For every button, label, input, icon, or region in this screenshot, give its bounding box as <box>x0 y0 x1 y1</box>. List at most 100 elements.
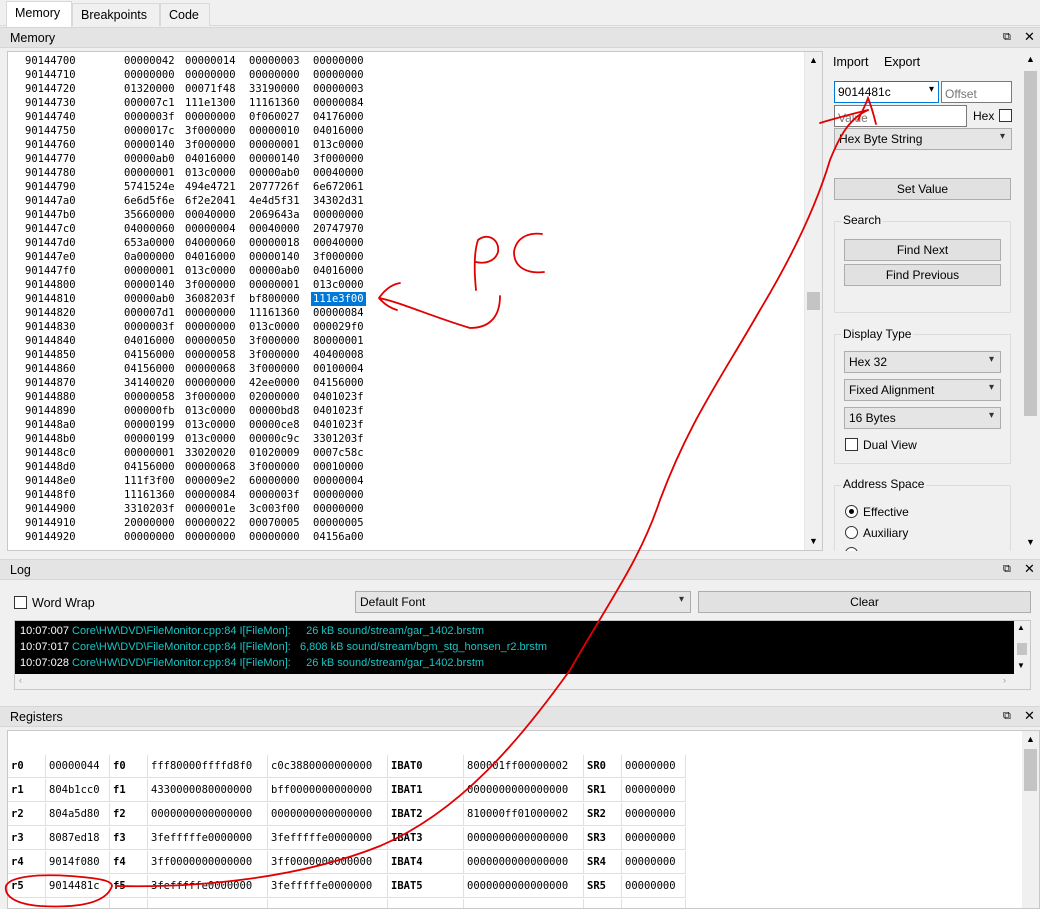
memory-word[interactable]: 0007c58c <box>311 446 366 460</box>
memory-word[interactable]: 04000060 <box>183 236 238 250</box>
memory-word[interactable]: 0000017c <box>122 124 177 138</box>
memory-word[interactable]: 00000000 <box>311 488 366 502</box>
memory-row[interactable]: 90144730 000007c1 111e1300 11161360 00000084 <box>8 96 803 110</box>
memory-word[interactable]: 3f000000 <box>247 334 302 348</box>
memory-word[interactable]: 00000140 <box>122 138 177 152</box>
memory-row[interactable]: 90144760 00000140 3f000000 00000001 013c0000 <box>8 138 803 152</box>
memory-word[interactable]: 00000000 <box>183 320 238 334</box>
memory-word[interactable]: 000000fb <box>122 404 177 418</box>
memory-word[interactable]: 00000004 <box>183 222 238 236</box>
memory-word[interactable]: 00000140 <box>247 250 302 264</box>
register-value[interactable]: 0000000000000000 <box>148 803 268 826</box>
undock-icon[interactable]: ⧉ <box>1003 31 1011 44</box>
memory-word[interactable]: 00000068 <box>183 362 238 376</box>
memory-word[interactable]: 00000001 <box>247 278 302 292</box>
memory-word[interactable]: 00000000 <box>311 208 366 222</box>
clear-log-button[interactable]: Clear <box>698 591 1031 613</box>
memory-row[interactable]: 901448a0 00000199 013c0000 00000ce8 0401023f <box>8 418 803 432</box>
memory-word[interactable]: 111e1300 <box>183 96 238 110</box>
register-value[interactable]: 804a5d80 <box>46 803 110 826</box>
value-type-select[interactable]: Hex Byte String ▾ <box>834 128 1012 150</box>
scroll-left-icon[interactable]: ‹ <box>19 675 22 685</box>
memory-word[interactable]: 4e4d5f31 <box>247 194 302 208</box>
memory-scrollbar[interactable]: ▲ ▼ <box>804 52 822 550</box>
memory-word[interactable]: 04016000 <box>311 124 366 138</box>
memory-word[interactable]: 00000000 <box>183 530 238 544</box>
register-value[interactable]: fff80000ffffd8f0 <box>148 755 268 778</box>
memory-word[interactable]: 00000001 <box>247 138 302 152</box>
memory-word[interactable]: 013c0000 <box>183 418 238 432</box>
memory-word[interactable]: 3310203f <box>122 502 177 516</box>
memory-word[interactable]: 00000ab0 <box>122 292 177 306</box>
memory-row[interactable]: 90144860 04156000 00000068 3f000000 00100004 <box>8 362 803 376</box>
register-value[interactable]: 00000000 <box>622 779 686 802</box>
memory-word[interactable]: 00000ab0 <box>247 264 302 278</box>
memory-row[interactable]: 90144820 000007d1 00000000 11161360 00000084 <box>8 306 803 320</box>
registers-table[interactable]: r0 00000044 f0 fff80000ffffd8f0 c0c388000000… <box>7 730 1040 909</box>
memory-word[interactable]: 00071f48 <box>183 82 238 96</box>
memory-row[interactable]: 901447e0 0a000000 04016000 00000140 3f000000 <box>8 250 803 264</box>
memory-row[interactable]: 901447f0 00000001 013c0000 00000ab0 04016000 <box>8 264 803 278</box>
memory-word[interactable]: 00000000 <box>247 530 302 544</box>
memory-word[interactable]: 3f000000 <box>183 390 238 404</box>
memory-word[interactable]: 00000003 <box>247 54 302 68</box>
memory-word[interactable]: 00000000 <box>311 502 366 516</box>
register-value[interactable]: 9014481c <box>46 875 110 898</box>
memory-row[interactable]: 90144740 0000003f 00000000 0f060027 04176000 <box>8 110 803 124</box>
tab-breakpoints[interactable]: Breakpoints <box>72 3 160 26</box>
register-value[interactable]: 0000000000000000 <box>464 779 584 802</box>
log-font-select[interactable]: Default Font ▾ <box>355 591 691 613</box>
register-value[interactable]: 00000044 <box>46 755 110 778</box>
memory-word[interactable]: 04156000 <box>122 348 177 362</box>
undock-icon[interactable]: ⧉ <box>1003 563 1011 576</box>
memory-row[interactable]: 901447c0 04000060 00000004 00040000 20747970 <box>8 222 803 236</box>
tab-code[interactable]: Code <box>160 3 210 26</box>
memory-word[interactable]: 04156000 <box>311 376 366 390</box>
memory-word[interactable]: 3f000000 <box>183 124 238 138</box>
hex-checkbox[interactable] <box>999 109 1012 122</box>
log-vscroll-thumb[interactable] <box>1017 643 1027 655</box>
memory-word[interactable]: 33020020 <box>183 446 238 460</box>
register-value[interactable]: 810000ff01000002 <box>464 803 584 826</box>
memory-row[interactable]: 90144870 34140020 00000000 42ee0000 04156000 <box>8 376 803 390</box>
memory-word[interactable]: 013c0000 <box>183 404 238 418</box>
register-value[interactable]: 4330000080000000 <box>148 779 268 802</box>
memory-word[interactable]: 00000003 <box>311 82 366 96</box>
memory-word[interactable]: 33190000 <box>247 82 302 96</box>
memory-word[interactable]: 00100004 <box>311 362 366 376</box>
memory-row[interactable]: 90144880 00000058 3f000000 02000000 0401023f <box>8 390 803 404</box>
registers-scrollbar[interactable]: ▲ <box>1022 731 1039 908</box>
find-previous-button[interactable]: Find Previous <box>844 264 1001 286</box>
register-value[interactable]: 9014f080 <box>46 851 110 874</box>
memory-word[interactable]: 04156000 <box>122 362 177 376</box>
memory-row[interactable]: 90144890 000000fb 013c0000 00000bd8 0401023f <box>8 404 803 418</box>
memory-word[interactable]: 04016000 <box>183 250 238 264</box>
scroll-down-icon[interactable]: ▼ <box>1017 661 1025 670</box>
memory-word[interactable]: 00000000 <box>183 376 238 390</box>
memory-word[interactable]: 3f000000 <box>183 138 238 152</box>
memory-word[interactable]: 00000ce8 <box>247 418 302 432</box>
memory-word[interactable]: 3f000000 <box>183 278 238 292</box>
memory-row[interactable]: 901447b0 35660000 00040000 2069643a 00000000 <box>8 208 803 222</box>
memory-word[interactable]: 01320000 <box>122 82 177 96</box>
register-value[interactable]: 0000000000000000 <box>268 803 388 826</box>
register-value[interactable]: 0000000000000000 <box>464 851 584 874</box>
register-value[interactable]: 0000000000000000 <box>464 875 584 898</box>
memory-row[interactable]: 90144700 00000042 00000014 00000003 00000000 <box>8 54 803 68</box>
memory-word[interactable]: 00010000 <box>311 460 366 474</box>
memory-view[interactable]: 90144700 00000042 00000014 00000003 00000000… <box>7 51 823 551</box>
memory-word[interactable]: 00040000 <box>247 222 302 236</box>
memory-word[interactable]: 013c0000 <box>311 138 366 152</box>
close-icon[interactable]: ✕ <box>1024 708 1035 724</box>
memory-word[interactable]: 00000199 <box>122 418 177 432</box>
memory-row[interactable]: 901448d0 04156000 00000068 3f000000 00010000 <box>8 460 803 474</box>
memory-word[interactable]: 00000058 <box>122 390 177 404</box>
register-value[interactable]: 8087ed18 <box>46 827 110 850</box>
memory-row[interactable]: 90144800 00000140 3f000000 00000001 013c0000 <box>8 278 803 292</box>
memory-word[interactable]: 11161360 <box>247 96 302 110</box>
memory-row[interactable]: 90144910 20000000 00000022 00070005 00000005 <box>8 516 803 530</box>
memory-word[interactable]: 0f060027 <box>247 110 302 124</box>
import-menu[interactable]: Import <box>833 55 868 69</box>
memory-word[interactable]: 000029f0 <box>311 320 366 334</box>
memory-word[interactable]: 3301203f <box>311 432 366 446</box>
